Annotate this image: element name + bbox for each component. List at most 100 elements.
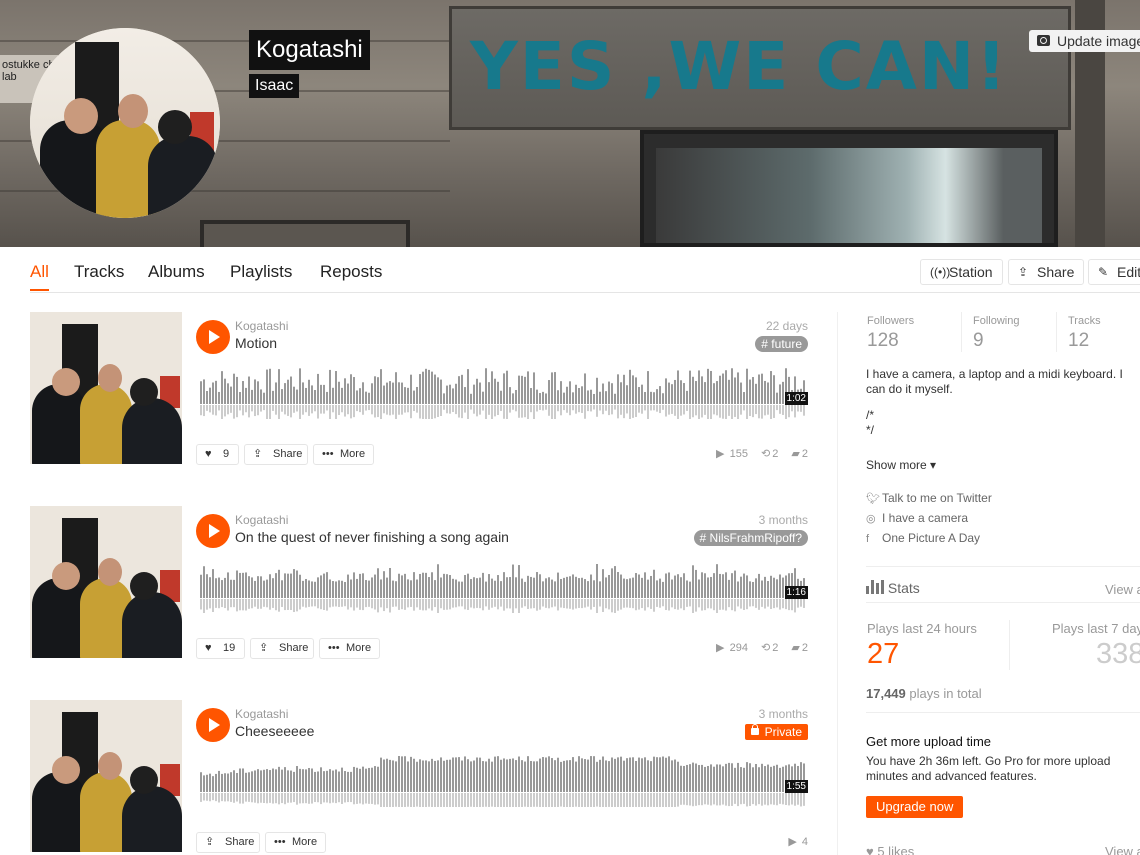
share-button[interactable]: ⇪ Share xyxy=(196,832,260,853)
link-twitter[interactable]: 🐦︎ Talk to me on Twitter xyxy=(866,491,992,505)
stats-view-all-link[interactable]: View all xyxy=(1105,582,1140,597)
waveform-reflection xyxy=(785,793,787,806)
waveform-reflection xyxy=(377,405,379,418)
waveform-reflection xyxy=(758,793,760,805)
track-user[interactable]: Kogatashi xyxy=(235,319,288,333)
track-artwork[interactable] xyxy=(30,312,182,464)
waveform-reflection xyxy=(665,793,667,807)
like-button[interactable]: ♥ 19 xyxy=(196,638,245,659)
update-image-button[interactable]: Update image xyxy=(1029,30,1140,52)
station-button[interactable]: ((•)) Station xyxy=(920,259,1003,285)
tracks-count[interactable]: 12 xyxy=(1068,330,1089,352)
waveform-bar xyxy=(341,767,343,792)
track-title[interactable]: Cheeseeeee xyxy=(235,723,314,739)
waveform-bar xyxy=(494,756,496,792)
tab-all[interactable]: All xyxy=(30,262,49,291)
waveform-bar xyxy=(737,581,739,598)
track-artwork[interactable] xyxy=(30,700,182,852)
waveform-bar xyxy=(491,761,493,792)
waveform-reflection xyxy=(515,405,517,412)
avatar[interactable] xyxy=(30,28,220,218)
waveform-reflection xyxy=(719,793,721,806)
waveform-reflection xyxy=(263,599,265,607)
waveform-reflection xyxy=(476,405,478,417)
waveform-bar xyxy=(755,764,757,792)
waveform-bar xyxy=(524,376,526,404)
waveform-reflection xyxy=(731,793,733,806)
waveform-reflection xyxy=(323,599,325,610)
waveform-bar xyxy=(521,760,523,792)
waveform-reflection xyxy=(317,405,319,419)
following-label[interactable]: Following xyxy=(973,315,1019,327)
tab-albums[interactable]: Albums xyxy=(148,262,205,282)
waveform-reflection xyxy=(803,793,805,806)
likes-view-all-link[interactable]: View all xyxy=(1105,844,1140,855)
waveform-reflection xyxy=(236,793,238,802)
track-waveform[interactable] xyxy=(200,362,808,424)
waveform-bar xyxy=(416,579,418,598)
waveform-bar xyxy=(686,580,688,598)
edit-profile-button[interactable]: ✎ Edit xyxy=(1088,259,1140,285)
track-artwork[interactable] xyxy=(30,506,182,658)
waveform-reflection xyxy=(206,599,208,610)
waveform-reflection xyxy=(293,599,295,613)
track-waveform[interactable] xyxy=(200,750,808,812)
waveform-reflection xyxy=(680,405,682,416)
track-tag[interactable]: # NilsFrahmRipoff? xyxy=(693,530,808,546)
link-instagram[interactable]: ◎ I have a camera xyxy=(866,511,968,525)
waveform-reflection xyxy=(497,599,499,610)
share-button[interactable]: ⇪ Share xyxy=(244,444,308,465)
tab-playlists[interactable]: Playlists xyxy=(230,262,292,282)
play-button[interactable] xyxy=(196,708,230,742)
tab-reposts[interactable]: Reposts xyxy=(320,262,382,282)
waveform-reflection xyxy=(320,599,322,610)
waveform-reflection xyxy=(557,405,559,412)
upgrade-button[interactable]: Upgrade now xyxy=(866,796,964,818)
share-button[interactable]: ⇪ Share xyxy=(250,638,314,659)
followers-label[interactable]: Followers xyxy=(867,315,914,327)
tab-tracks[interactable]: Tracks xyxy=(74,262,124,282)
more-button[interactable]: ••• More xyxy=(265,832,326,853)
waveform-bar xyxy=(680,577,682,598)
track-title[interactable]: On the quest of never finishing a song a… xyxy=(235,529,509,545)
followers-count[interactable]: 128 xyxy=(867,330,899,352)
waveform-reflection xyxy=(710,405,712,419)
track-user[interactable]: Kogatashi xyxy=(235,513,288,527)
waveform-bar xyxy=(659,578,661,598)
like-button[interactable]: ♥ 9 xyxy=(196,444,239,465)
tracks-label[interactable]: Tracks xyxy=(1068,315,1101,327)
waveform-bar xyxy=(413,758,415,792)
waveform-bar xyxy=(404,756,406,792)
waveform-reflection xyxy=(257,405,259,416)
track-item: Kogatashi Cheeseeeee 3 months Private 1:… xyxy=(30,700,810,855)
waveform-bar xyxy=(485,581,487,598)
likes-heading[interactable]: ♥ 5 likes xyxy=(866,844,914,855)
show-more-link[interactable]: Show more ▾ xyxy=(866,458,936,472)
plays-24h-value: 27 xyxy=(867,638,900,670)
waveform-reflection xyxy=(740,405,742,415)
more-button[interactable]: ••• More xyxy=(319,638,380,659)
stats-heading[interactable]: Stats xyxy=(866,580,920,596)
track-waveform[interactable] xyxy=(200,556,808,618)
waveform-reflection xyxy=(251,405,253,412)
waveform-bar xyxy=(533,372,535,404)
waveform-bar xyxy=(284,383,286,404)
share-profile-button[interactable]: ⇪ Share xyxy=(1008,259,1085,285)
track-duration: 1:55 xyxy=(784,780,808,793)
waveform-bar xyxy=(293,771,295,792)
waveform-bar xyxy=(371,767,373,792)
waveform-bar xyxy=(695,569,697,598)
track-tag[interactable]: # future xyxy=(755,336,808,352)
waveform-reflection xyxy=(404,405,406,413)
waveform-reflection xyxy=(713,599,715,611)
play-button[interactable] xyxy=(196,514,230,548)
link-facebook[interactable]: f One Picture A Day xyxy=(866,531,980,545)
more-button[interactable]: ••• More xyxy=(313,444,374,465)
waveform-bar xyxy=(773,375,775,404)
waveform-bar xyxy=(536,572,538,598)
track-title[interactable]: Motion xyxy=(235,335,277,351)
track-user[interactable]: Kogatashi xyxy=(235,707,288,721)
play-button[interactable] xyxy=(196,320,230,354)
following-count[interactable]: 9 xyxy=(973,330,984,352)
waveform-bar xyxy=(290,770,292,792)
